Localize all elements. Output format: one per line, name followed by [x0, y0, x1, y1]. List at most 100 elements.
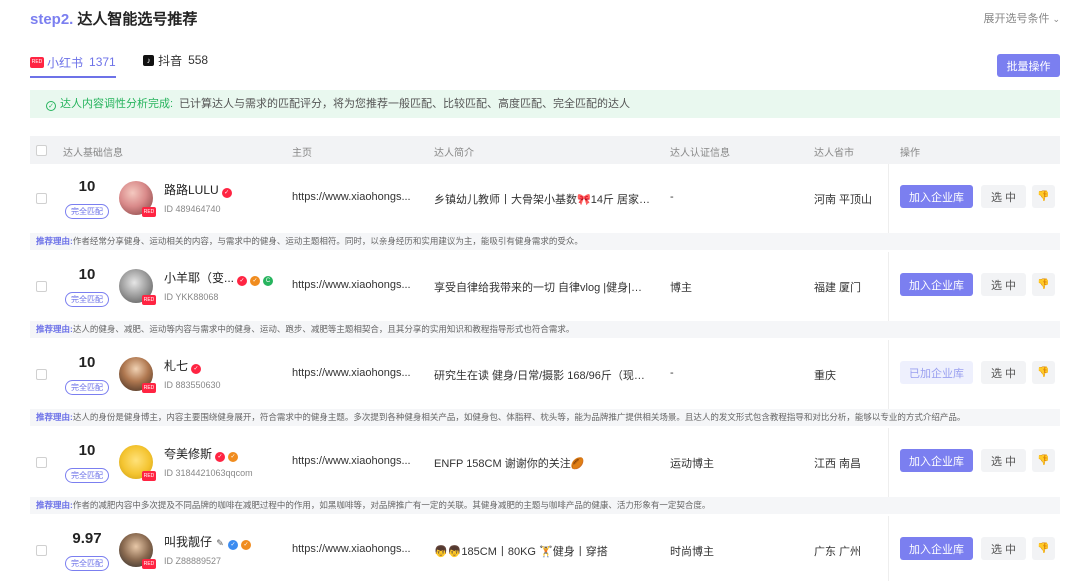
- select-button[interactable]: 选 中: [981, 449, 1026, 472]
- table-row: 9.97 完全匹配 RED 叫我靓仔 ✎ ✓ ✓ ID Z88889527 https…: [30, 516, 1060, 581]
- verified-green-icon: C: [263, 276, 274, 286]
- expand-conditions-label: 展开选号条件: [983, 13, 1050, 25]
- row-checkbox[interactable]: [36, 193, 47, 204]
- recommend-reason: 推荐理由:作者经常分享健身、运动相关的内容，与需求中的健身、运动主题相符。同时，…: [30, 233, 1060, 250]
- match-tag: 完全匹配: [65, 204, 109, 219]
- column-header: 达人简介: [434, 148, 474, 159]
- match-tag: 完全匹配: [65, 556, 109, 571]
- column-divider: [888, 164, 889, 234]
- homepage-link[interactable]: https://www.xiaohongs...: [292, 543, 411, 555]
- xiaohongshu-logo-icon: RED: [142, 559, 156, 569]
- select-button[interactable]: 选 中: [981, 361, 1026, 384]
- kol-intro: 享受自律给我带来的一切 自律vlog |健身|护肤...: [434, 282, 650, 294]
- row-checkbox[interactable]: [36, 281, 47, 292]
- dislike-icon[interactable]: 👎: [1032, 185, 1055, 208]
- match-score: 10: [78, 266, 96, 283]
- kol-certification: -: [670, 367, 674, 379]
- select-button[interactable]: 选 中: [981, 185, 1026, 208]
- step-header: step2. 达人智能选号推荐 展开选号条件 ⌄: [30, 8, 1060, 30]
- dislike-icon[interactable]: 👎: [1032, 537, 1055, 560]
- recommend-reason: 推荐理由:作者的减肥内容中多次提及不同品牌的咖啡在减肥过程中的作用，如黑咖啡等，…: [30, 497, 1060, 514]
- match-score: 10: [78, 354, 96, 371]
- tab-douyin[interactable]: ♪ 抖音 558: [143, 50, 208, 70]
- avatar[interactable]: RED: [119, 181, 156, 217]
- verified-orange-icon: ✓: [228, 452, 239, 462]
- dislike-icon[interactable]: 👎: [1032, 273, 1055, 296]
- kol-name-text: 夸美修斯: [164, 447, 213, 461]
- row-checkbox[interactable]: [36, 545, 47, 556]
- add-to-library-button[interactable]: 加入企业库: [900, 185, 973, 208]
- kol-id: ID YKK88068: [164, 292, 219, 302]
- verified-red-icon: ✓: [221, 188, 232, 198]
- expand-conditions-toggle[interactable]: 展开选号条件 ⌄: [983, 10, 1060, 26]
- kol-id: ID Z88889527: [164, 556, 222, 566]
- row-checkbox[interactable]: [36, 369, 47, 380]
- tab-xiaohongshu[interactable]: RED 小红书 1371: [30, 52, 116, 78]
- kol-certification: 博主: [670, 282, 692, 294]
- table-row: 10 完全匹配 RED 路路LULU ✓ ID 489464740 https:/…: [30, 164, 1060, 234]
- verified-blue-icon: ✓: [228, 540, 239, 550]
- verified-red-icon: ✓: [215, 452, 226, 462]
- add-to-library-button[interactable]: 加入企业库: [900, 449, 973, 472]
- avatar[interactable]: RED: [119, 445, 156, 481]
- select-button[interactable]: 选 中: [981, 537, 1026, 560]
- select-button[interactable]: 选 中: [981, 273, 1026, 296]
- douyin-logo-icon: ♪: [143, 54, 155, 66]
- dislike-icon[interactable]: 👎: [1032, 449, 1055, 472]
- tab-label: 小红书: [47, 55, 84, 70]
- kol-name-text: 叫我靓仔: [164, 535, 213, 549]
- kol-id: ID 883550630: [164, 380, 221, 390]
- reason-label: 推荐理由:: [36, 236, 73, 246]
- homepage-link[interactable]: https://www.xiaohongs...: [292, 191, 411, 203]
- homepage-link[interactable]: https://www.xiaohongs...: [292, 279, 411, 291]
- added-to-library-button[interactable]: 已加企业库: [900, 361, 973, 384]
- step-number: step2.: [30, 11, 74, 28]
- kol-name[interactable]: 札七 ✓: [164, 357, 202, 374]
- pencil-icon: ✎: [216, 538, 224, 548]
- column-divider: [888, 428, 889, 498]
- kol-id: ID 489464740: [164, 204, 221, 214]
- kol-intro: 👦👦185CM丨80KG 🏋健身丨穿搭: [434, 546, 608, 558]
- column-divider: [888, 252, 889, 322]
- reason-label: 推荐理由:: [36, 500, 73, 510]
- kol-certification: 时尚博主: [670, 546, 714, 558]
- kol-name-text: 札七: [164, 359, 189, 373]
- reason-label: 推荐理由:: [36, 324, 73, 334]
- homepage-link[interactable]: https://www.xiaohongs...: [292, 367, 411, 379]
- analysis-notice: ✓ 达人内容调性分析完成: 已计算达人与需求的匹配评分，将为您推荐一般匹配、比较匹配…: [30, 90, 1060, 118]
- verified-red-icon: ✓: [237, 276, 248, 286]
- reason-text: 作者的减肥内容中多次提及不同品牌的咖啡在减肥过程中的作用，如黑咖啡等，对品牌推广…: [72, 500, 711, 510]
- avatar[interactable]: RED: [119, 357, 156, 393]
- table-row: 10 完全匹配 RED 夸美修斯 ✓ ✓ ID 3184421063qqcom ht…: [30, 428, 1060, 498]
- select-all-checkbox[interactable]: [36, 145, 47, 156]
- kol-name[interactable]: 路路LULU ✓: [164, 181, 232, 198]
- kol-location: 重庆: [814, 370, 836, 382]
- verified-red-icon: ✓: [191, 364, 202, 374]
- match-score: 9.97: [72, 530, 102, 547]
- dislike-icon[interactable]: 👎: [1032, 361, 1055, 384]
- verified-orange-icon: ✓: [250, 276, 261, 286]
- table-row: 10 完全匹配 RED 小羊耶（变... ✓ ✓ C ID YKK88068 http…: [30, 252, 1060, 322]
- reason-text: 达人的健身、减肥、运动等内容与需求中的健身、运动、跑步、减肥等主题相契合，且其分…: [72, 324, 575, 334]
- kol-name[interactable]: 夸美修斯 ✓ ✓: [164, 445, 239, 462]
- avatar[interactable]: RED: [119, 269, 156, 305]
- page-title: step2. 达人智能选号推荐: [30, 8, 197, 29]
- kol-name[interactable]: 叫我靓仔 ✎ ✓ ✓: [164, 533, 252, 550]
- kol-name[interactable]: 小羊耶（变... ✓ ✓ C: [164, 269, 274, 286]
- add-to-library-button[interactable]: 加入企业库: [900, 537, 973, 560]
- chevron-down-icon: ⌄: [1052, 14, 1060, 24]
- add-to-library-button[interactable]: 加入企业库: [900, 273, 973, 296]
- row-checkbox[interactable]: [36, 457, 47, 468]
- kol-intro: 研究生在读 健身/日常/摄影 168/96斤（现在1...: [434, 370, 650, 382]
- reason-text: 作者经常分享健身、运动相关的内容，与需求中的健身、运动主题相符。同时，以亲身经历…: [72, 236, 583, 246]
- match-tag: 完全匹配: [65, 292, 109, 307]
- notice-title: 达人内容调性分析完成:: [60, 98, 174, 110]
- avatar[interactable]: RED: [119, 533, 156, 569]
- kol-location: 河南 平顶山: [814, 194, 873, 206]
- batch-operation-button[interactable]: 批量操作: [997, 54, 1060, 77]
- notice-text: 已计算达人与需求的匹配评分，将为您推荐一般匹配、比较匹配、高度匹配、完全匹配的达…: [179, 98, 631, 110]
- column-header: 操作: [900, 148, 920, 159]
- homepage-link[interactable]: https://www.xiaohongs...: [292, 455, 411, 467]
- recommend-reason: 推荐理由:达人的健身、减肥、运动等内容与需求中的健身、运动、跑步、减肥等主题相契…: [30, 321, 1060, 338]
- reason-text: 达人的身份是健身博主，内容主要围绕健身展开，符合需求中的健身主题。多次提到各种健…: [72, 412, 966, 422]
